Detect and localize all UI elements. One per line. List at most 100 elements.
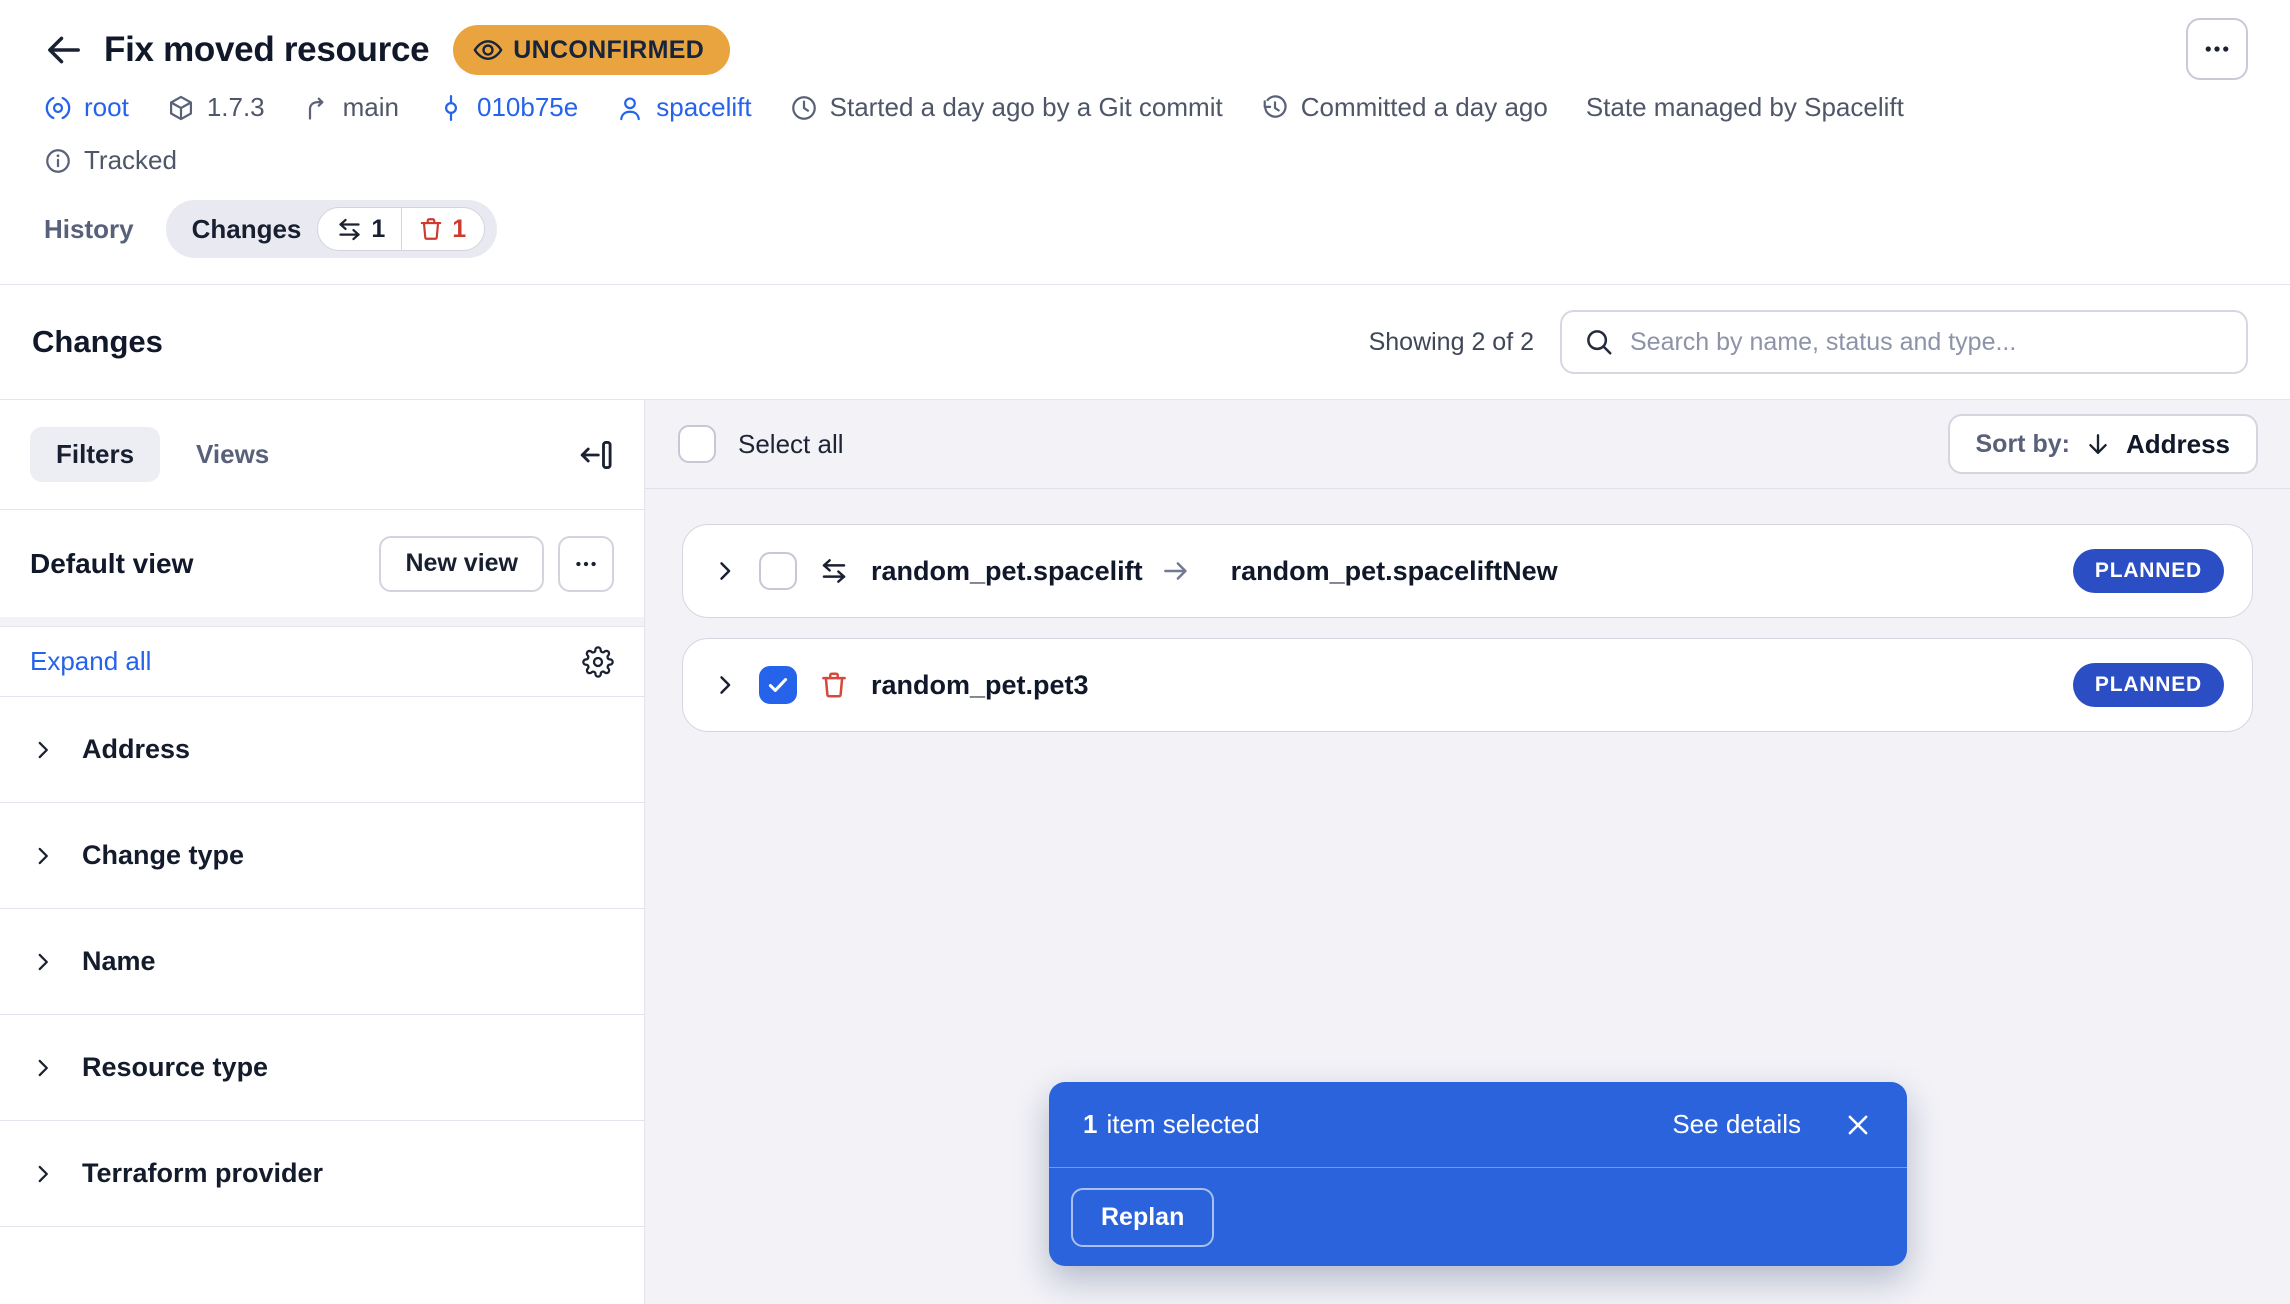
cube-icon <box>167 94 195 122</box>
row-checkbox[interactable] <box>759 552 797 590</box>
tab-views[interactable]: Views <box>196 439 269 470</box>
moved-count: 1 <box>336 215 385 244</box>
trash-icon <box>418 216 444 242</box>
page-title: Fix moved resource <box>104 30 429 70</box>
title-row: Fix moved resource UNCONFIRMED <box>44 22 2248 78</box>
branch-icon <box>303 94 331 122</box>
search-icon <box>1584 327 1614 357</box>
clock-icon <box>790 94 818 122</box>
eye-icon <box>473 35 503 65</box>
run-header: Fix moved resource UNCONFIRMED root <box>0 0 2290 285</box>
meta-branch-label: main <box>343 92 399 123</box>
meta-space-label: root <box>84 92 129 123</box>
change-row-deleted[interactable]: random_pet.pet3 PLANNED <box>682 638 2253 732</box>
badge-divider <box>401 208 402 250</box>
new-view-button[interactable]: New view <box>379 536 544 592</box>
tab-history[interactable]: History <box>44 214 134 245</box>
tab-changes-label: Changes <box>192 214 302 245</box>
list-toolbar: Select all Sort by: Address <box>645 400 2290 489</box>
gear-icon[interactable] <box>582 646 614 678</box>
chevron-right-icon[interactable] <box>711 557 739 585</box>
tabs-row: History Changes 1 1 <box>44 200 2248 258</box>
ellipsis-icon <box>2202 34 2232 64</box>
search-input[interactable] <box>1630 328 2224 357</box>
sort-value: Address <box>2126 429 2230 460</box>
back-icon[interactable] <box>44 30 84 70</box>
meta-author-label: spacelift <box>656 92 751 123</box>
sort-button[interactable]: Sort by: Address <box>1948 414 2259 474</box>
page: Fix moved resource UNCONFIRMED root <box>0 0 2290 1304</box>
filter-label: Name <box>82 946 156 977</box>
row-checkbox[interactable] <box>759 666 797 704</box>
view-row: Default view New view <box>0 510 644 617</box>
tab-filters[interactable]: Filters <box>30 427 160 482</box>
view-options-button[interactable] <box>558 536 614 592</box>
status-badge-label: UNCONFIRMED <box>513 36 704 65</box>
arrow-down-icon <box>2084 430 2112 458</box>
meta-started: Started a day ago by a Git commit <box>790 92 1223 123</box>
filter-label: Change type <box>82 840 244 871</box>
toast-header: 1 item selected See details <box>1049 1082 1907 1168</box>
meta-started-label: Started a day ago by a Git commit <box>830 92 1223 123</box>
filter-label: Terraform provider <box>82 1158 323 1189</box>
space-icon <box>44 94 72 122</box>
meta-branch: main <box>303 92 399 123</box>
meta-state-managed: State managed by Spacelift <box>1586 92 1904 123</box>
trash-icon <box>819 670 849 700</box>
arrow-right-icon <box>1161 556 1191 586</box>
meta-state-managed-label: State managed by Spacelift <box>1586 92 1904 123</box>
selection-toast: 1 item selected See details Replan <box>1049 1082 1907 1266</box>
tab-changes-badge: 1 1 <box>317 207 485 251</box>
resource-address-from: random_pet.spacelift <box>871 556 1143 587</box>
sort-label: Sort by: <box>1976 430 2070 459</box>
change-rows: random_pet.spacelift random_pet.spacelif… <box>645 489 2290 732</box>
deleted-count-value: 1 <box>452 215 466 244</box>
meta-space[interactable]: root <box>44 92 129 123</box>
chevron-right-icon <box>30 1161 56 1187</box>
selected-count: 1 <box>1083 1109 1097 1140</box>
chevron-right-icon <box>30 737 56 763</box>
resource-address: random_pet.pet3 <box>871 670 1089 701</box>
ellipsis-icon <box>573 551 599 577</box>
collapse-panel-icon[interactable] <box>578 437 614 473</box>
run-type-label: Tracked <box>84 145 177 176</box>
tab-changes[interactable]: Changes 1 1 <box>166 200 498 258</box>
change-row-moved[interactable]: random_pet.spacelift random_pet.spacelif… <box>682 524 2253 618</box>
history-clock-icon <box>1261 94 1289 122</box>
filter-group-address[interactable]: Address <box>0 697 644 803</box>
status-badge-planned: PLANNED <box>2073 663 2224 707</box>
main-area: Filters Views Default view New view <box>0 400 2290 1304</box>
meta-commit[interactable]: 010b75e <box>437 92 578 123</box>
filter-group-change-type[interactable]: Change type <box>0 803 644 909</box>
deleted-count: 1 <box>418 215 466 244</box>
close-icon[interactable] <box>1843 1110 1873 1140</box>
person-icon <box>616 94 644 122</box>
expand-row: Expand all <box>0 627 644 697</box>
filter-label: Resource type <box>82 1052 268 1083</box>
changes-toolbar: Changes Showing 2 of 2 <box>0 285 2290 400</box>
filters-sidebar: Filters Views Default view New view <box>0 400 645 1304</box>
swap-icon <box>819 556 849 586</box>
filter-group-resource-type[interactable]: Resource type <box>0 1015 644 1121</box>
sidebar-gap <box>0 617 644 627</box>
select-all-checkbox[interactable] <box>678 425 716 463</box>
filter-group-terraform-provider[interactable]: Terraform provider <box>0 1121 644 1227</box>
run-meta-row: root 1.7.3 main 010b75e <box>44 92 2248 123</box>
filter-group-name[interactable]: Name <box>0 909 644 1015</box>
swap-icon <box>336 216 363 243</box>
tracked-row: Tracked <box>44 145 2248 176</box>
commit-icon <box>437 94 465 122</box>
more-actions-button[interactable] <box>2186 18 2248 80</box>
resource-address-to: random_pet.spaceliftNew <box>1231 556 1558 587</box>
meta-version: 1.7.3 <box>167 92 265 123</box>
chevron-right-icon[interactable] <box>711 671 739 699</box>
meta-author[interactable]: spacelift <box>616 92 751 123</box>
toast-body: Replan <box>1049 1168 1907 1266</box>
sidebar-tabs-row: Filters Views <box>0 400 644 510</box>
expand-all-link[interactable]: Expand all <box>30 646 151 677</box>
see-details-link[interactable]: See details <box>1672 1109 1801 1140</box>
showing-count: Showing 2 of 2 <box>1369 328 1534 357</box>
replan-button[interactable]: Replan <box>1071 1188 1214 1247</box>
selected-message: item selected <box>1106 1109 1259 1140</box>
view-name: Default view <box>30 548 193 580</box>
